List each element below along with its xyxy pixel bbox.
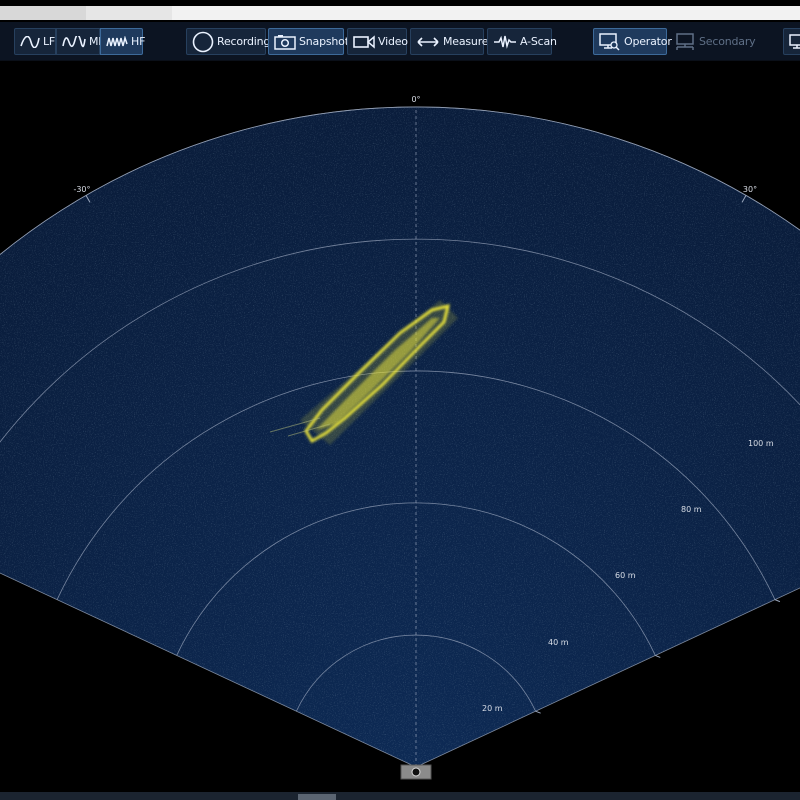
range-label: 60 m (615, 571, 636, 580)
secondary-button[interactable]: Secondary (668, 28, 756, 55)
range-tick (535, 710, 541, 714)
high-frequency-wave-icon (106, 35, 128, 46)
sonar-origin-marker[interactable] (400, 764, 432, 780)
range-tick (774, 599, 781, 603)
range-tick (655, 654, 661, 658)
camera-icon (274, 34, 296, 50)
operator-monitor-icon (599, 32, 620, 51)
hf-label: HF (131, 35, 146, 48)
range-label: 80 m (681, 505, 702, 514)
bearing-label: -30° (73, 185, 90, 194)
measure-label: Measure (443, 35, 489, 48)
mf-frequency-button[interactable]: MF (56, 28, 105, 55)
double-arrow-icon (417, 36, 439, 47)
video-camera-icon (353, 34, 375, 49)
range-label: 20 m (482, 704, 503, 713)
lf-frequency-button[interactable]: LF (14, 28, 56, 55)
bearing-label: 0° (411, 95, 420, 104)
sonar-fan (0, 106, 800, 767)
operator-label: Operator (624, 35, 672, 48)
bearing-label: 30° (743, 185, 757, 194)
snapshot-label: Snapshot (299, 35, 349, 48)
scrollbar-thumb[interactable] (298, 794, 336, 800)
recording-label: Recording (217, 35, 271, 48)
record-circle-icon (192, 31, 214, 52)
tab-placeholder[interactable] (0, 6, 86, 20)
sonar-view[interactable]: -30° 0° 30° 20 m 40 m 60 m 80 m 100 m (0, 60, 800, 792)
lf-label: LF (43, 35, 56, 48)
secondary-label: Secondary (699, 35, 756, 48)
sonar-toolbar: LF MF HF Recording Snapshot Video Measur… (0, 22, 800, 61)
video-label: Video (378, 35, 408, 48)
browser-tab-strip (0, 6, 800, 20)
range-label: 100 m (748, 439, 774, 448)
range-label: 40 m (548, 638, 569, 647)
snapshot-button[interactable]: Snapshot (268, 28, 349, 55)
low-frequency-wave-icon (20, 35, 40, 48)
a-scan-label: A-Scan (520, 35, 557, 48)
waveform-icon (494, 35, 516, 49)
recording-button[interactable]: Recording (186, 28, 270, 55)
hf-frequency-button[interactable]: HF (100, 28, 146, 55)
measure-button[interactable]: Measure (410, 28, 489, 55)
display-settings-button[interactable] (783, 28, 800, 55)
mid-frequency-wave-icon (62, 35, 86, 47)
horizontal-scrollbar[interactable] (0, 792, 800, 800)
a-scan-button[interactable]: A-Scan (487, 28, 557, 55)
sonar-fan-display[interactable]: -30° 0° 30° 20 m 40 m 60 m 80 m 100 m (0, 60, 800, 792)
secondary-monitor-icon (676, 32, 694, 50)
window-top-strip (0, 0, 800, 22)
sonar-noise-texture (0, 106, 800, 767)
operator-button[interactable]: Operator (593, 28, 672, 55)
monitor-icon (789, 33, 800, 49)
sonar-head-icon (411, 767, 421, 777)
tab-placeholder[interactable] (86, 6, 172, 20)
video-button[interactable]: Video (347, 28, 408, 55)
